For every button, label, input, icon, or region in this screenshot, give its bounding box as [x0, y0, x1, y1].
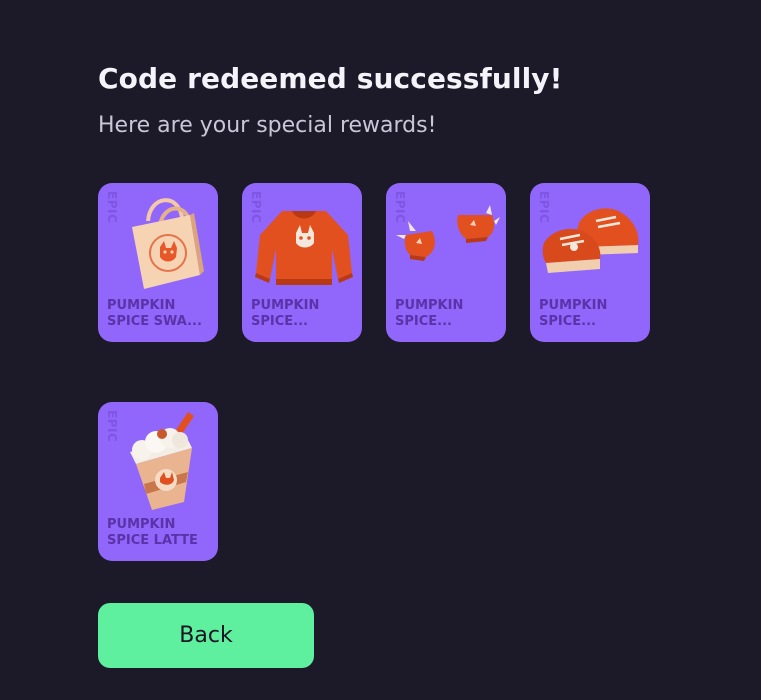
- reward-card-bracelets[interactable]: EPIC PUMPKIN SPICE...: [386, 183, 506, 342]
- reward-card-sweater[interactable]: EPIC PUMPKIN SPICE...: [242, 183, 362, 342]
- spiky-bracelets-icon: [396, 205, 500, 261]
- page-title: Code redeemed successfully!: [98, 62, 563, 95]
- sneakers-icon: [542, 208, 639, 273]
- reward-card-sneakers[interactable]: EPIC PUMPKIN SPICE...: [530, 183, 650, 342]
- redeem-success-page: Code redeemed successfully! Here are you…: [0, 0, 761, 700]
- back-button[interactable]: Back: [98, 603, 314, 668]
- latte-cup-icon: [130, 412, 194, 510]
- reward-card-tote-bag[interactable]: EPIC PUMPKIN SPICE SWA...: [98, 183, 218, 342]
- reward-name: PUMPKIN SPICE...: [395, 298, 464, 329]
- page-subtitle: Here are your special rewards!: [98, 113, 437, 138]
- reward-name: PUMPKIN SPICE SWA...: [107, 298, 202, 329]
- tote-bag-icon: [132, 198, 204, 289]
- reward-name: PUMPKIN SPICE...: [251, 298, 320, 329]
- reward-name: PUMPKIN SPICE LATTE: [107, 517, 198, 548]
- reward-card-latte[interactable]: EPIC PUMPKIN SPICE LATTE: [98, 402, 218, 561]
- reward-name: PUMPKIN SPICE...: [539, 298, 608, 329]
- sweater-icon: [255, 211, 353, 285]
